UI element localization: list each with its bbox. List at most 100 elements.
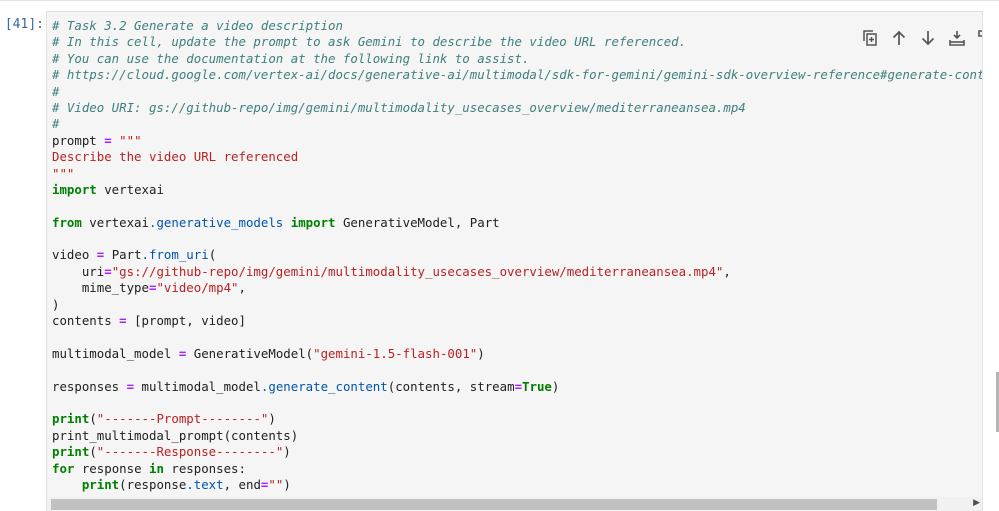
code-line: Describe the video URL referenced [52, 149, 982, 165]
code-token: Part [104, 247, 142, 263]
code-token: video [52, 247, 97, 263]
code-token: for [52, 460, 75, 476]
move-down-button[interactable] [916, 28, 939, 48]
code-token: , [238, 280, 246, 296]
code-token: True [522, 378, 552, 394]
code-token: print [81, 476, 120, 492]
code-token: # You can use the documentation at the f… [52, 50, 530, 66]
code-token: .text [186, 476, 224, 492]
scroll-right-arrow-icon[interactable]: ▶ [973, 498, 980, 508]
code-token: # [52, 116, 60, 132]
insert-below-button[interactable] [974, 28, 982, 48]
code-token: GenerativeModel( [186, 345, 314, 361]
code-token: .generate_content [260, 378, 388, 394]
code-token: ) [283, 476, 291, 492]
move-up-button[interactable] [887, 28, 910, 48]
code-token: = [126, 378, 135, 394]
code-editor[interactable]: # Task 3.2 Generate a video description #… [52, 18, 983, 493]
code-token: # https://cloud.google.com/vertex-ai/doc… [52, 67, 983, 83]
code-token: # Video URI: gs://github-repo/img/gemini… [52, 99, 746, 115]
code-token: """ [52, 165, 75, 181]
code-token: , end [223, 476, 261, 492]
code-line: import vertexai [52, 181, 982, 198]
code-token: .generative_models [148, 214, 284, 230]
horizontal-scrollbar[interactable]: ▶ [47, 497, 982, 511]
code-token: ) [268, 411, 276, 427]
code-line: mime_type="video/mp4", [52, 280, 982, 296]
code-line: """ [52, 165, 982, 182]
code-token: multimodal_model [134, 378, 261, 394]
duplicate-icon [862, 30, 877, 46]
code-token: = [104, 132, 112, 148]
code-token: from [52, 214, 82, 230]
code-token: "gs://github-repo/img/gemini/multimodali… [111, 263, 724, 279]
code-line: # [52, 83, 982, 100]
code-line: prompt = """ [52, 132, 982, 149]
code-line: uri="gs://github-repo/img/gemini/multimo… [52, 263, 982, 280]
execution-count: [41]: [4, 17, 44, 32]
code-token: """ [119, 132, 142, 148]
code-line: contents = [prompt, video] [52, 313, 982, 329]
code-line: print("-------Prompt--------") [52, 411, 982, 427]
code-token: ( [208, 247, 217, 263]
code-line: from vertexai.generative_models import G… [52, 214, 982, 231]
code-token: multimodal_model [52, 345, 179, 361]
insert-above-icon [948, 31, 965, 46]
code-token: .from_uri [141, 247, 209, 263]
code-token: # In this cell, update the prompt to ask… [52, 34, 687, 50]
code-line: # https://cloud.google.com/vertex-ai/doc… [52, 67, 983, 83]
code-token: "-------Prompt--------" [96, 411, 269, 427]
arrow-down-icon [921, 31, 934, 46]
code-token: ) [477, 345, 485, 361]
code-line: # Task 3.2 Generate a video description [52, 18, 982, 34]
code-line: ) [52, 296, 982, 313]
code-token: print [52, 411, 90, 427]
code-line: print_multimodal_prompt(contents) [52, 427, 982, 444]
code-token: prompt [52, 132, 105, 148]
insert-below-icon [977, 30, 982, 41]
duplicate-cell-button[interactable] [858, 28, 881, 48]
code-token: uri [52, 263, 105, 279]
code-token: # [52, 83, 60, 99]
code-token: print_multimodal_prompt(contents) [52, 427, 299, 443]
code-token: response [74, 460, 149, 476]
code-token: vertexai [96, 181, 164, 197]
code-token: = [119, 313, 127, 329]
code-token: [prompt, video] [126, 313, 246, 329]
code-token: import [52, 181, 97, 197]
code-line: # You can use the documentation at the f… [52, 50, 982, 67]
code-token: (contents, stream [387, 378, 515, 394]
code-token: Describe the video URL referenced [52, 149, 299, 165]
code-token: responses: [163, 460, 246, 476]
code-token: ( [89, 411, 97, 427]
top-divider [0, 0, 999, 1]
code-line: multimodal_model = GenerativeModel("gemi… [52, 345, 982, 362]
code-line: video = Part.from_uri( [52, 247, 982, 263]
code-token: ) [551, 378, 560, 394]
scrollbar-thumb[interactable] [51, 499, 937, 510]
code-token: ) [283, 444, 291, 460]
arrow-up-icon [892, 30, 905, 45]
code-token: responses [52, 378, 127, 394]
code-token: GenerativeModel, Part [335, 214, 500, 230]
code-line: responses = multimodal_model.generate_co… [52, 378, 982, 395]
code-token: "" [268, 476, 284, 492]
code-token: # Task 3.2 Generate a video description [52, 18, 343, 33]
code-token: ) [52, 296, 60, 312]
code-token: ( [89, 444, 97, 460]
insert-above-button[interactable] [945, 28, 968, 48]
code-line: for response in responses: [52, 460, 982, 477]
code-token: = [104, 263, 112, 279]
code-token: "video/mp4" [156, 280, 239, 296]
cell-toolbar [858, 28, 982, 48]
code-token: vertexai [81, 214, 149, 230]
code-token: , [723, 263, 731, 279]
code-cell[interactable]: # Task 3.2 Generate a video description #… [46, 11, 983, 511]
code-token: mime_type [52, 280, 149, 296]
